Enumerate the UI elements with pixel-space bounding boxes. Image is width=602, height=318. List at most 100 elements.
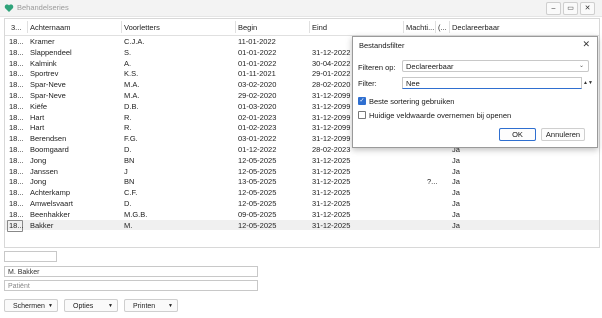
cell-declareerbaar: Ja bbox=[452, 209, 460, 219]
cell-id: 18... bbox=[9, 199, 24, 208]
patient-name-field[interactable]: M. Bakker bbox=[4, 266, 258, 277]
cell-achternaam: Bakker bbox=[30, 220, 54, 230]
cell-voorletters: BN bbox=[124, 177, 135, 187]
cell-begin: 09-05-2025 bbox=[238, 209, 277, 219]
cell-eind: 31-12-2025 bbox=[312, 188, 351, 198]
schermen-button[interactable]: Schermen ▼ bbox=[4, 299, 58, 312]
minimize-button[interactable]: – bbox=[546, 2, 561, 15]
cell-begin: 02-01-2023 bbox=[238, 112, 277, 122]
dropdown-caret-icon: ▼ bbox=[108, 303, 113, 309]
cell-begin: 03-01-2022 bbox=[238, 134, 277, 144]
cell-achternaam: Jong bbox=[30, 177, 47, 187]
cell-declareerbaar: Ja bbox=[452, 166, 460, 176]
cell-eind: 31-12-2025 bbox=[312, 199, 351, 208]
maximize-button[interactable]: ▭ bbox=[563, 2, 578, 15]
cell-voorletters: C.F. bbox=[124, 188, 138, 198]
close-icon[interactable]: ✕ bbox=[582, 39, 590, 50]
cell-id: 18... bbox=[9, 188, 24, 198]
cell-id: 18... bbox=[9, 166, 24, 176]
cell-id: 18... bbox=[9, 145, 24, 154]
table-row[interactable]: 18... Beenhakker M.G.B. 09-05-2025 31-12-202… bbox=[5, 209, 599, 220]
beste-sortering-checkbox[interactable]: ✓ bbox=[358, 97, 366, 105]
table-row[interactable]: 18... Bakker M. 12-05-2025 31-12-2025 Ja bbox=[5, 219, 599, 232]
close-window-button[interactable]: ✕ bbox=[580, 2, 595, 15]
cell-begin: 01-03-2020 bbox=[238, 101, 277, 111]
ok-button[interactable]: OK bbox=[499, 128, 536, 141]
table-row[interactable]: 18... Achterkamp C.F. 12-05-2025 31-12-2025 J… bbox=[5, 187, 599, 198]
printen-label: Printen bbox=[133, 303, 156, 310]
cell-begin: 12-05-2025 bbox=[238, 199, 277, 208]
filter-dialog: Bestandsfilter ✕ Filteren op: Declareerb… bbox=[352, 36, 598, 148]
cell-declareerbaar: Ja bbox=[452, 220, 460, 230]
grid-header: 3... Achternaam Voorletters Begin Eind M… bbox=[5, 19, 599, 36]
cell-begin: 11-01-2022 bbox=[238, 37, 276, 46]
cell-voorletters: A. bbox=[124, 58, 132, 68]
spinner-icon[interactable]: ▲▼ bbox=[583, 77, 593, 89]
opties-button[interactable]: Opties ▼ bbox=[64, 299, 118, 312]
cell-voorletters: D. bbox=[124, 199, 132, 208]
cell-voorletters: J bbox=[124, 166, 128, 176]
cell-id: 18... bbox=[9, 155, 24, 165]
col-header-paren[interactable]: (... bbox=[438, 23, 448, 32]
cell-achternaam: Hart bbox=[30, 112, 45, 122]
cell-id: 18... bbox=[9, 69, 24, 79]
cell-id: 18... bbox=[9, 123, 24, 133]
table-row[interactable]: 18... Janssen J 12-05-2025 31-12-2025 Ja bbox=[5, 166, 599, 177]
cell-id: 18... bbox=[9, 220, 24, 230]
cell-achternaam: Spar-Neve bbox=[30, 80, 66, 90]
col-header-id[interactable]: 3... bbox=[11, 23, 25, 32]
cell-id: 18... bbox=[9, 37, 24, 46]
cell-voorletters: K.S. bbox=[124, 69, 139, 79]
col-header-begin[interactable]: Begin bbox=[238, 23, 308, 32]
col-header-achternaam[interactable]: Achternaam bbox=[30, 23, 120, 32]
cell-begin: 01-01-2022 bbox=[238, 58, 277, 68]
dropdown-caret-icon: ▼ bbox=[168, 303, 173, 309]
filter-label: Filter: bbox=[358, 79, 377, 88]
cell-achternaam: Janssen bbox=[30, 166, 58, 176]
filter-on-select[interactable]: Declareerbaar ⌄ bbox=[402, 60, 589, 72]
cell-achternaam: Achterkamp bbox=[30, 188, 71, 198]
record-field[interactable] bbox=[4, 251, 57, 262]
table-row[interactable]: 18... Jong BN 13-05-2025 31-12-2025?... Ja bbox=[5, 176, 599, 187]
window-title: Behandelseries bbox=[17, 3, 69, 12]
cell-achternaam: Jong bbox=[30, 155, 47, 165]
cell-begin: 01-02-2023 bbox=[238, 123, 277, 133]
table-row[interactable]: 18... Jong BN 12-05-2025 31-12-2025 Ja bbox=[5, 155, 599, 166]
cell-voorletters: C.J.A. bbox=[124, 37, 145, 46]
cell-eind: 31-12-2025 bbox=[312, 177, 351, 187]
cell-voorletters: M.A. bbox=[124, 91, 140, 100]
cell-achternaam: Berendsen bbox=[30, 134, 67, 144]
filter-input[interactable]: Nee bbox=[402, 77, 582, 89]
cell-declareerbaar: Ja bbox=[452, 199, 460, 208]
cell-id: 18... bbox=[9, 47, 24, 57]
col-header-eind[interactable]: Eind bbox=[312, 23, 402, 32]
cell-id: 18... bbox=[9, 112, 24, 122]
col-header-machtiging[interactable]: Machti... bbox=[406, 23, 434, 32]
col-header-declareerbaar[interactable]: Declareerbaar bbox=[452, 23, 532, 32]
veldwaarde-checkbox[interactable] bbox=[358, 111, 366, 119]
table-row[interactable]: 18... Amwelsvaart D. 12-05-2025 31-12-2025 Ja bbox=[5, 198, 599, 209]
cell-id: 18... bbox=[9, 134, 24, 144]
cell-achternaam: Kiëfe bbox=[30, 101, 48, 111]
printen-button[interactable]: Printen ▼ bbox=[124, 299, 178, 312]
cell-voorletters: R. bbox=[124, 123, 132, 133]
cell-id: 18... bbox=[9, 58, 24, 68]
cell-voorletters: D. bbox=[124, 145, 132, 154]
cell-voorletters: BN bbox=[124, 155, 135, 165]
cell-achternaam: Hart bbox=[30, 123, 45, 133]
cell-voorletters: M. bbox=[124, 220, 133, 230]
cell-voorletters: S. bbox=[124, 47, 132, 57]
cell-voorletters: R. bbox=[124, 112, 132, 122]
title-bar: Behandelseries – ▭ ✕ bbox=[0, 0, 602, 17]
cell-voorletters: F.G. bbox=[124, 134, 138, 144]
cell-eind: 31-12-2025 bbox=[312, 220, 351, 230]
col-header-voorletters[interactable]: Voorletters bbox=[124, 23, 234, 32]
annuleren-button[interactable]: Annuleren bbox=[541, 128, 585, 141]
cell-begin: 12-05-2025 bbox=[238, 188, 277, 198]
cell-id: 18... bbox=[9, 209, 24, 219]
cell-id: 18... bbox=[9, 80, 24, 90]
dropdown-caret-icon: ▼ bbox=[48, 303, 53, 309]
filter-on-value: Declareerbaar bbox=[406, 62, 454, 71]
cell-eind: 31-12-2025 bbox=[312, 209, 351, 219]
patient-field[interactable]: Patiënt bbox=[4, 280, 258, 291]
